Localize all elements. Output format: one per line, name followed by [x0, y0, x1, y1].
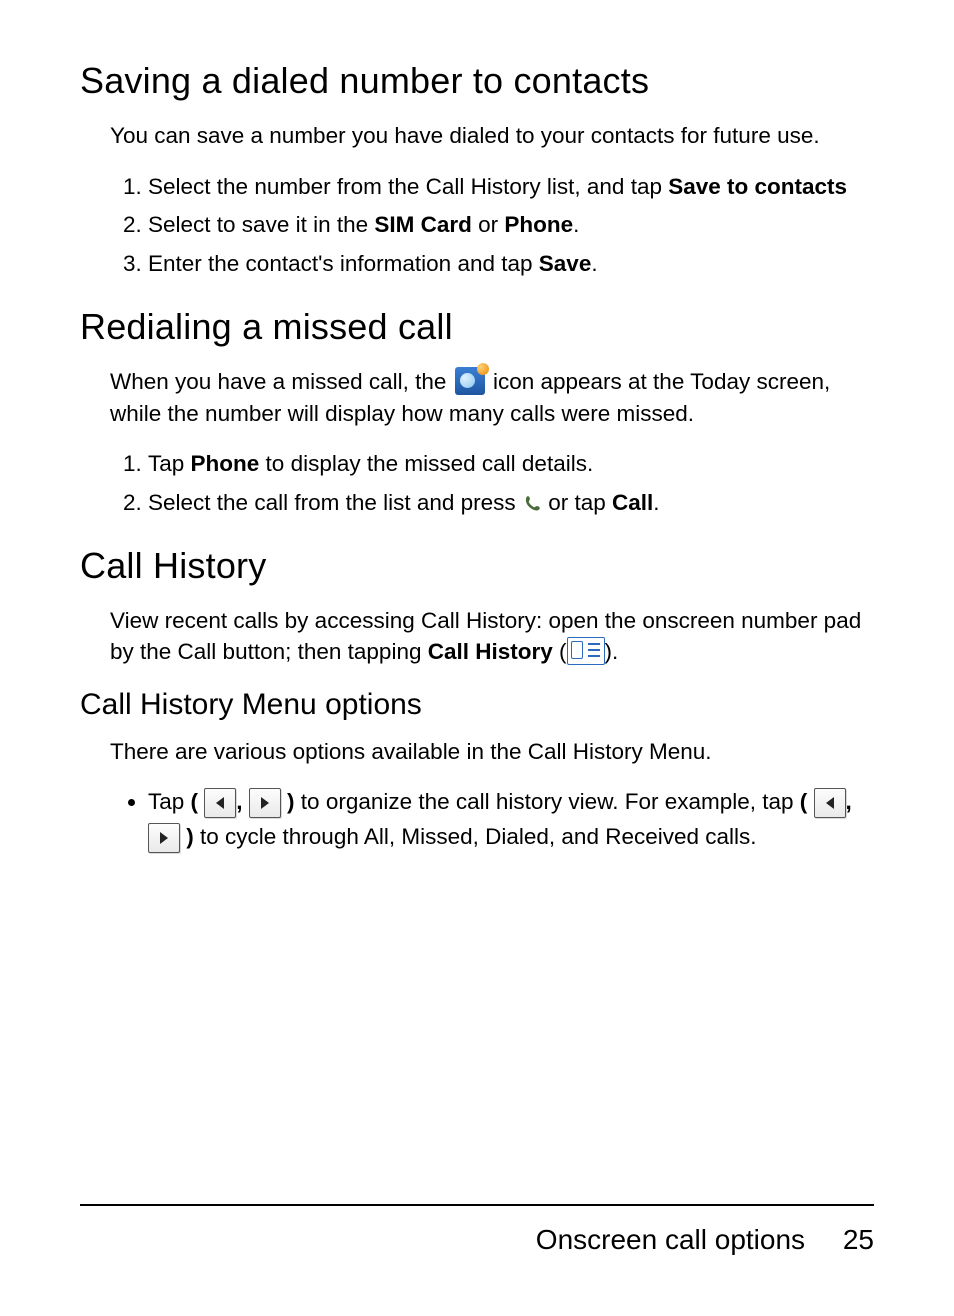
history-bullet-1: Tap ( , ) to organize the call history v… — [148, 785, 874, 855]
paren-open: ( — [191, 789, 205, 814]
bold-call-history: Call History — [428, 639, 553, 664]
text: to display the missed call details. — [259, 451, 593, 476]
text: or tap — [548, 490, 612, 515]
text: Select to save it in the — [148, 212, 374, 237]
redial-step-2: Select the call from the list and press … — [148, 486, 874, 521]
nav-left-icon — [204, 788, 236, 818]
page-footer: Onscreen call options 25 — [536, 1224, 874, 1256]
phone-small-icon — [522, 491, 542, 513]
bold-call: Call — [612, 490, 653, 515]
bold-phone-tap: Phone — [191, 451, 260, 476]
text: to cycle through All, Missed, Dialed, an… — [194, 824, 757, 849]
bold-save-to-contacts: Save to contacts — [668, 174, 847, 199]
comma: , — [236, 789, 249, 814]
bold-save: Save — [539, 251, 592, 276]
text: Tap — [148, 451, 191, 476]
text: . — [573, 212, 579, 237]
history-intro: View recent calls by accessing Call Hist… — [110, 605, 874, 668]
footer-rule — [80, 1204, 874, 1206]
nav-left-icon — [814, 788, 846, 818]
nav-right-icon — [148, 823, 180, 853]
saving-step-3: Enter the contact's information and tap … — [148, 247, 874, 282]
text: Enter the contact's information and tap — [148, 251, 539, 276]
history-menu-bullets: Tap ( , ) to organize the call history v… — [110, 785, 874, 855]
heading-history: Call History — [80, 545, 874, 587]
text: or — [472, 212, 505, 237]
text: Tap — [148, 789, 191, 814]
heading-saving: Saving a dialed number to contacts — [80, 60, 874, 102]
page-number: 25 — [843, 1224, 874, 1255]
comma-2: , — [846, 789, 852, 814]
text: Select the number from the Call History … — [148, 174, 668, 199]
manual-page: Saving a dialed number to contacts You c… — [0, 0, 954, 1316]
paren-close: ) — [281, 789, 295, 814]
bold-phone: Phone — [504, 212, 573, 237]
saving-intro: You can save a number you have dialed to… — [110, 120, 874, 152]
history-menu-intro: There are various options available in t… — [110, 736, 874, 768]
heading-redial: Redialing a missed call — [80, 306, 874, 348]
heading-history-menu: Call History Menu options — [80, 688, 874, 722]
paren-open-2: ( — [800, 789, 814, 814]
saving-step-1: Select the number from the Call History … — [148, 170, 874, 205]
saving-step-2: Select to save it in the SIM Card or Pho… — [148, 208, 874, 243]
call-history-list-icon — [567, 637, 605, 665]
text: . — [653, 490, 659, 515]
paren-close-2: ) — [180, 824, 194, 849]
nav-right-icon — [249, 788, 281, 818]
text: Select the call from the list and press — [148, 490, 522, 515]
text: When you have a missed call, the — [110, 369, 453, 394]
text: . — [591, 251, 597, 276]
text: to organize the call history view. For e… — [295, 789, 800, 814]
saving-steps: Select the number from the Call History … — [110, 170, 874, 283]
bold-sim-card: SIM Card — [374, 212, 472, 237]
footer-title: Onscreen call options — [536, 1224, 805, 1255]
redial-intro: When you have a missed call, the icon ap… — [110, 366, 874, 429]
text: ( — [553, 639, 567, 664]
missed-call-icon — [455, 367, 485, 395]
redial-steps: Tap Phone to display the missed call det… — [110, 447, 874, 521]
text: ). — [605, 639, 619, 664]
redial-step-1: Tap Phone to display the missed call det… — [148, 447, 874, 482]
